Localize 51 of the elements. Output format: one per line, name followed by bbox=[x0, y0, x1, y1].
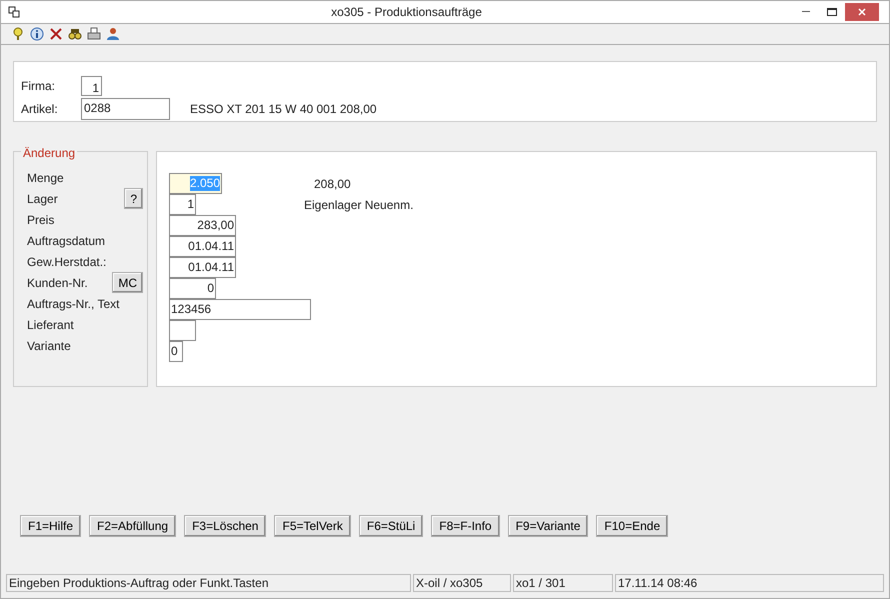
field-label: Kunden-Nr. bbox=[27, 274, 88, 292]
info-icon[interactable] bbox=[30, 27, 44, 41]
maximize-icon bbox=[827, 8, 837, 16]
field-label: Gew.Herstdat.: bbox=[27, 254, 106, 270]
input-field[interactable]: 1 bbox=[81, 76, 102, 96]
function-key-button[interactable]: F6=StüLi bbox=[358, 515, 424, 537]
field-label: Artikel: bbox=[21, 101, 59, 118]
function-key-button[interactable]: F1=Hilfe bbox=[20, 515, 82, 537]
close-button[interactable] bbox=[845, 3, 879, 21]
field-info: Eigenlager Neuenm. bbox=[304, 196, 414, 214]
window-title: xo305 - Produktionsaufträge bbox=[330, 4, 483, 21]
field-label: Menge bbox=[27, 170, 64, 186]
field-label: Firma: bbox=[21, 78, 56, 95]
function-key-button[interactable]: F9=Variante bbox=[508, 515, 588, 537]
window-icon bbox=[8, 6, 20, 18]
status-field: X-oil / xo305 bbox=[413, 574, 511, 592]
status-field: Eingeben Produktions-Auftrag oder Funkt.Tasten bbox=[6, 574, 411, 592]
field-info: 208,00 bbox=[314, 176, 351, 192]
field-label: Preis bbox=[27, 212, 54, 228]
lookup-button[interactable]: ? bbox=[124, 188, 143, 209]
input-field[interactable]: 01.04.11 bbox=[169, 257, 236, 278]
binoculars-icon[interactable] bbox=[68, 27, 82, 41]
article-description: ESSO XT 201 15 W 40 001 208,00 bbox=[190, 101, 377, 118]
function-key-button[interactable]: F8=F-Info bbox=[431, 515, 500, 537]
function-key-button[interactable]: F3=Löschen bbox=[184, 515, 266, 537]
field-label: Lager bbox=[27, 190, 58, 208]
field-label: Auftrags-Nr., Text bbox=[27, 296, 120, 312]
input-field[interactable]: 01.04.11 bbox=[169, 236, 236, 257]
input-field[interactable]: 1 bbox=[169, 194, 196, 215]
delete-icon[interactable] bbox=[49, 27, 63, 41]
field-label: Auftragsdatum bbox=[27, 232, 106, 250]
lookup-button[interactable]: MC bbox=[112, 272, 143, 293]
field-label: Lieferant bbox=[27, 316, 74, 334]
input-field[interactable]: 123456 bbox=[169, 299, 311, 320]
input-field[interactable]: 0288 bbox=[81, 98, 170, 120]
input-field[interactable] bbox=[169, 320, 196, 341]
printer-icon[interactable] bbox=[87, 27, 101, 41]
status-field: 17.11.14 08:46 bbox=[615, 574, 884, 592]
input-field[interactable]: 283,00 bbox=[169, 215, 236, 236]
function-key-button[interactable]: F2=Abfüllung bbox=[89, 515, 176, 537]
group-title: Änderung bbox=[21, 144, 78, 162]
minimize-icon bbox=[802, 11, 810, 13]
close-icon bbox=[858, 8, 866, 16]
input-field[interactable]: 0 bbox=[169, 341, 183, 362]
function-key-button[interactable]: F5=TelVerk bbox=[274, 515, 351, 537]
field-label: Variante bbox=[27, 338, 71, 354]
input-field[interactable]: 0 bbox=[169, 278, 216, 299]
help-icon[interactable] bbox=[11, 27, 25, 41]
person-icon[interactable] bbox=[106, 27, 120, 41]
status-field: xo1 / 301 bbox=[513, 574, 613, 592]
function-key-button[interactable]: F10=Ende bbox=[596, 515, 668, 537]
